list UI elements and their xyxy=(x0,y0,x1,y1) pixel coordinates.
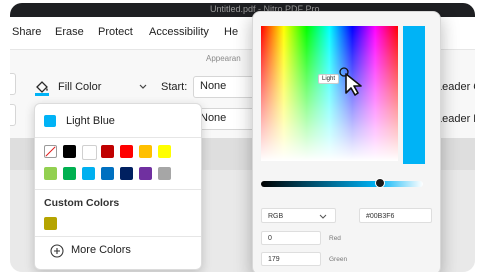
start-select[interactable]: None xyxy=(193,76,255,98)
left-input-2[interactable] xyxy=(10,104,16,126)
red-input[interactable]: 0 xyxy=(261,231,321,245)
green-value: 179 xyxy=(268,256,280,263)
start-label: Start: xyxy=(161,81,188,93)
brightness-slider[interactable] xyxy=(261,181,423,187)
menu-help[interactable]: He xyxy=(224,26,238,38)
plus-circle-icon xyxy=(50,244,64,258)
divider xyxy=(35,189,201,190)
menu-accessibility[interactable]: Accessibility xyxy=(149,26,209,38)
second-value: None xyxy=(200,112,227,124)
second-select[interactable]: None xyxy=(193,108,255,130)
color-swatch[interactable] xyxy=(139,167,152,180)
color-swatch[interactable] xyxy=(82,167,95,180)
current-color-label: Light Blue xyxy=(66,115,115,127)
red-value: 0 xyxy=(268,235,272,242)
color-mode-select[interactable]: RGB xyxy=(261,208,336,223)
color-swatch[interactable] xyxy=(120,167,133,180)
picker-cursor-icon xyxy=(339,67,362,96)
chevron-down-icon xyxy=(319,214,327,219)
green-input[interactable]: 179 xyxy=(261,252,321,266)
color-swatch[interactable] xyxy=(63,145,76,158)
more-colors-button[interactable]: More Colors xyxy=(41,240,191,262)
current-color-swatch xyxy=(44,115,56,127)
paint-bucket-icon xyxy=(35,81,49,96)
color-swatch[interactable] xyxy=(158,167,171,180)
color-dropdown: Light Blue Custom Colors More Colors xyxy=(34,103,202,270)
menu-erase[interactable]: Erase xyxy=(55,26,84,38)
chevron-down-icon[interactable] xyxy=(138,83,148,91)
hex-input[interactable]: #00B3F6 xyxy=(359,208,432,223)
color-swatch[interactable] xyxy=(120,145,133,158)
custom-color-swatch[interactable] xyxy=(44,217,57,230)
custom-colors-title: Custom Colors xyxy=(44,197,120,209)
group-label-appearance: Appearan xyxy=(206,54,241,63)
hex-value: #00B3F6 xyxy=(366,213,395,220)
menu-share[interactable]: Share xyxy=(12,26,41,38)
color-preview xyxy=(403,26,425,164)
divider xyxy=(35,137,201,138)
more-colors-label: More Colors xyxy=(71,244,131,256)
color-mode-value: RGB xyxy=(268,213,284,220)
brightness-slider-thumb[interactable] xyxy=(375,178,385,188)
color-swatch[interactable] xyxy=(44,167,57,180)
no-color-icon xyxy=(45,146,56,157)
menu-protect[interactable]: Protect xyxy=(98,26,133,38)
color-spectrum[interactable]: Light xyxy=(261,26,398,161)
left-input-1[interactable] xyxy=(10,73,16,95)
leader-bottom-label: Leader L xyxy=(436,113,475,125)
color-swatch[interactable] xyxy=(82,145,97,160)
no-color-swatch[interactable] xyxy=(44,145,57,158)
start-value: None xyxy=(200,80,227,92)
saturation-gradient xyxy=(261,26,398,161)
green-label: Green xyxy=(329,256,348,263)
app-window: Untitled.pdf - Nitro PDF Pro Share Erase… xyxy=(10,3,475,272)
red-label: Red xyxy=(329,235,341,242)
color-swatch[interactable] xyxy=(101,145,114,158)
color-swatch[interactable] xyxy=(101,167,114,180)
color-swatch[interactable] xyxy=(139,145,152,158)
fill-color-label: Fill Color xyxy=(58,81,102,93)
leader-top-label: Leader C xyxy=(436,81,475,93)
color-tooltip: Light xyxy=(318,74,340,84)
color-swatch[interactable] xyxy=(158,145,171,158)
color-picker-dialog: Light RGB #00B3F6 0 Red 179 Green xyxy=(252,11,441,272)
color-swatch[interactable] xyxy=(63,167,76,180)
divider xyxy=(35,236,201,237)
